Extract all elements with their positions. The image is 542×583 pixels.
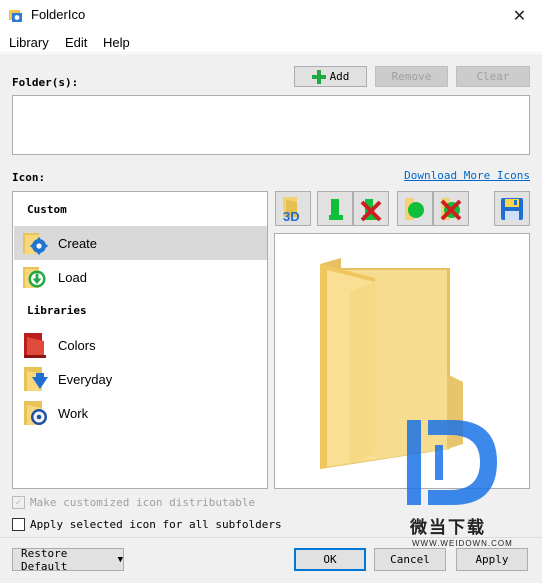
- 3d-icon: 3D: [283, 196, 300, 223]
- left-half-icon: [329, 198, 343, 220]
- cancel-button[interactable]: Cancel: [374, 548, 446, 571]
- distributable-option[interactable]: ✓ Make customized icon distributable: [12, 496, 255, 509]
- right-half-button[interactable]: [397, 191, 433, 226]
- list-item-label: Colors: [58, 337, 96, 353]
- add-button[interactable]: Add: [294, 66, 367, 87]
- load-icon: [20, 263, 50, 291]
- watermark-logo-icon: [407, 420, 497, 505]
- menu-bar: Library Edit Help: [0, 31, 542, 53]
- restore-default-label: Restore Default: [21, 546, 68, 573]
- right-half-icon: [405, 197, 424, 220]
- distributable-checkbox[interactable]: ✓: [12, 496, 25, 509]
- icon-label: Icon:: [12, 171, 46, 184]
- list-item-create[interactable]: Create: [14, 226, 267, 260]
- dropdown-arrow-icon: ▼: [117, 554, 123, 565]
- plus-icon: [311, 69, 326, 84]
- remove-right-button[interactable]: [433, 191, 469, 226]
- download-more-icons-link[interactable]: Download More Icons: [404, 169, 530, 182]
- left-half-button[interactable]: [317, 191, 353, 226]
- subfolders-label: Apply selected icon for all subfolders: [30, 518, 282, 531]
- 3d-button[interactable]: 3D: [275, 191, 311, 226]
- folder-gear-icon: [20, 399, 50, 427]
- watermark-brand: 微当下载: [410, 518, 486, 538]
- folders-label: Folder(s):: [12, 76, 79, 89]
- menu-help[interactable]: Help: [103, 35, 130, 50]
- libraries-header: Libraries: [27, 304, 87, 317]
- watermark: 微当下载 WWW.WEIDOWN.COM: [402, 415, 532, 550]
- subfolders-option[interactable]: Apply selected icon for all subfolders: [12, 518, 282, 531]
- save-icon: [501, 197, 523, 220]
- menu-library[interactable]: Library: [9, 35, 49, 50]
- remove-button[interactable]: Remove: [375, 66, 448, 87]
- remove-left-icon: [360, 198, 382, 221]
- subfolders-checkbox[interactable]: [12, 518, 25, 531]
- ok-button[interactable]: OK: [294, 548, 366, 571]
- svg-text:3D: 3D: [283, 209, 300, 223]
- title-bar: FolderIco ✕: [0, 0, 542, 31]
- app-icon: [9, 10, 22, 22]
- remove-right-icon: [440, 197, 462, 220]
- list-item-load[interactable]: Load: [14, 260, 267, 294]
- folder-arrow-icon: [20, 365, 50, 393]
- menu-edit[interactable]: Edit: [65, 35, 87, 50]
- window-title: FolderIco: [31, 7, 86, 22]
- red-folder-icon: [20, 331, 50, 359]
- list-item-everyday[interactable]: Everyday: [14, 362, 267, 396]
- list-item-label: Work: [58, 405, 89, 421]
- watermark-url: WWW.WEIDOWN.COM: [412, 539, 513, 548]
- list-item-label: Load: [58, 269, 87, 285]
- clear-button[interactable]: Clear: [456, 66, 530, 87]
- apply-button[interactable]: Apply: [456, 548, 528, 571]
- distributable-label: Make customized icon distributable: [30, 496, 256, 509]
- folder-gear-icon: [20, 229, 50, 257]
- list-item-colors[interactable]: Colors: [14, 328, 267, 362]
- remove-left-button[interactable]: [353, 191, 389, 226]
- list-item-label: Create: [58, 235, 98, 251]
- folders-list[interactable]: [12, 95, 530, 155]
- list-item-label: Everyday: [58, 371, 113, 387]
- add-button-label: Add: [329, 70, 350, 83]
- list-item-work[interactable]: Work: [14, 396, 267, 430]
- restore-default-button[interactable]: Restore Default ▼: [12, 546, 124, 573]
- icon-library-list[interactable]: Custom Create Load Libraries Colors Ever…: [12, 191, 268, 489]
- custom-header: Custom: [27, 203, 67, 216]
- close-button[interactable]: ✕: [497, 0, 542, 31]
- save-button[interactable]: [494, 191, 530, 226]
